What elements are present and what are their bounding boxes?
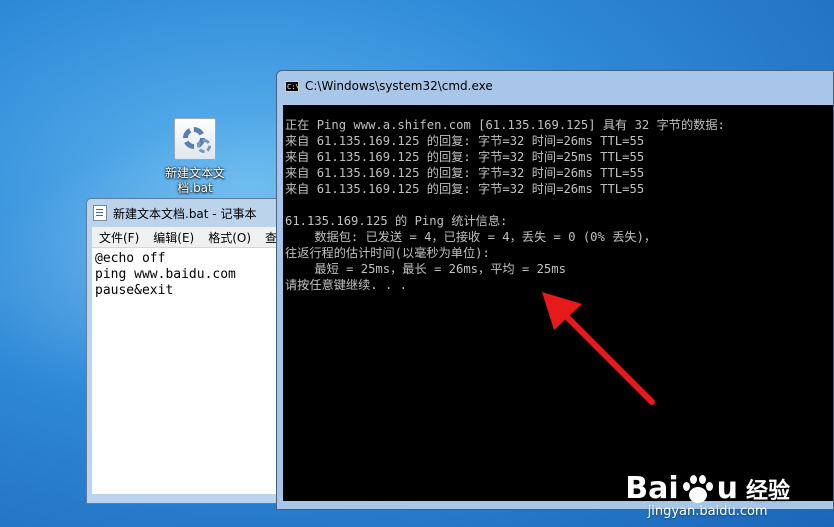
- desktop-icon-label: 新建文本文 档.bat: [150, 166, 240, 196]
- notepad-app-icon: [93, 205, 107, 221]
- menu-edit[interactable]: 编辑(E): [146, 229, 201, 246]
- notepad-window[interactable]: 新建文本文档.bat - 记事本 文件(F) 编辑(E) 格式(O) 查 @ec…: [86, 198, 296, 504]
- watermark-url: jingyan.baidu.com: [647, 504, 768, 519]
- desktop-icon-bat-file[interactable]: 新建文本文 档.bat: [150, 118, 240, 196]
- cmd-app-icon: C:\: [285, 80, 299, 92]
- editor-line: @echo off: [95, 251, 166, 266]
- notepad-text-area[interactable]: @echo off ping www.baidu.com pause&exit: [92, 248, 290, 494]
- baidu-jingyan-watermark: Bai u 经验 jingyan.baidu.com: [625, 471, 790, 519]
- console-line: 正在 Ping www.a.shifen.com [61.135.169.125…: [285, 118, 725, 132]
- watermark-brand-right: u: [716, 471, 738, 506]
- small-gear-icon: [197, 139, 211, 153]
- red-arrow-annotation: [542, 292, 655, 405]
- notepad-title: 新建文本文档.bat - 记事本: [113, 206, 257, 221]
- menu-file[interactable]: 文件(F): [92, 229, 146, 246]
- notepad-menubar: 文件(F) 编辑(E) 格式(O) 查: [92, 227, 290, 248]
- console-line: 数据包: 已发送 = 4，已接收 = 4，丢失 = 0 (0% 丢失)，: [285, 230, 657, 244]
- console-line: 最短 = 25ms，最长 = 26ms，平均 = 25ms: [285, 262, 566, 276]
- console-line: 往返行程的估计时间(以毫秒为单位):: [285, 246, 490, 260]
- cmd-title: C:\Windows\system32\cmd.exe: [305, 79, 493, 93]
- console-line: 来自 61.135.169.125 的回复: 字节=32 时间=26ms TTL…: [285, 182, 645, 196]
- baidu-paw-icon: [681, 474, 715, 504]
- menu-format[interactable]: 格式(O): [201, 229, 258, 246]
- console-line: 来自 61.135.169.125 的回复: 字节=32 时间=25ms TTL…: [285, 150, 645, 164]
- watermark-brand-left: Bai: [625, 471, 679, 506]
- batch-file-icon: [174, 118, 216, 160]
- desktop-icon-label-line1: 新建文本文: [164, 166, 225, 180]
- console-line: 来自 61.135.169.125 的回复: 字节=32 时间=26ms TTL…: [285, 166, 645, 180]
- editor-line: ping www.baidu.com: [95, 267, 236, 282]
- notepad-titlebar[interactable]: 新建文本文档.bat - 记事本: [87, 199, 295, 227]
- cmd-titlebar[interactable]: C:\ C:\Windows\system32\cmd.exe: [277, 71, 833, 101]
- editor-line: pause&exit: [95, 283, 174, 298]
- console-line: 来自 61.135.169.125 的回复: 字节=32 时间=26ms TTL…: [285, 134, 645, 148]
- console-line: 61.135.169.125 的 Ping 统计信息:: [285, 214, 508, 228]
- watermark-brand-cn: 经验: [745, 478, 790, 504]
- desktop: { "desktop": { "icon": { "line1": "新建文本文…: [0, 0, 834, 527]
- watermark-brand: Bai u 经验: [625, 471, 790, 506]
- desktop-icon-label-line2: 档.bat: [177, 181, 213, 195]
